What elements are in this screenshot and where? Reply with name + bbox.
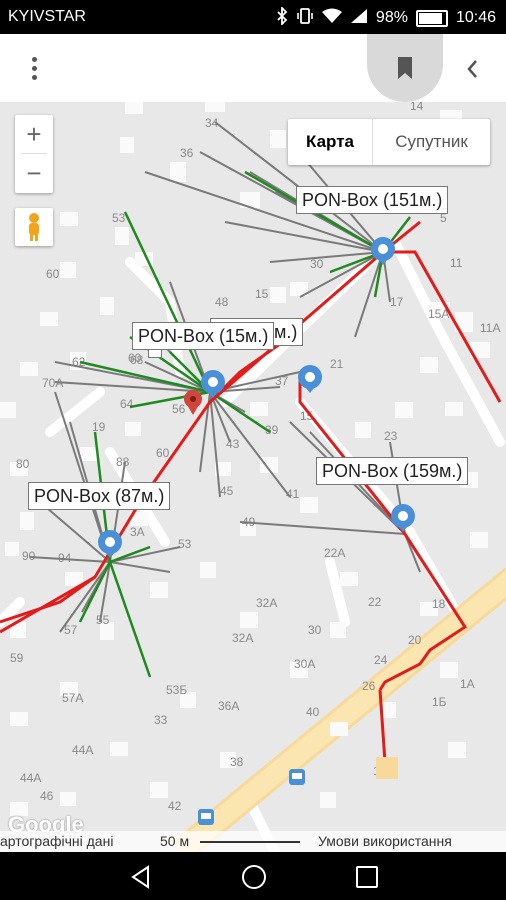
map-data-link[interactable]: артографічні дані [0,833,113,849]
house-number: 53 [178,537,192,551]
house-number: 44А [72,743,93,757]
house-number: 14 [410,102,424,113]
map-type-map-button[interactable]: Карта [288,119,373,165]
status-bar: KYIVSTAR 98% 10:46 [0,0,506,34]
scale-bar [200,841,300,843]
house-number: 53 [112,211,126,225]
house-number: 90 [22,549,36,563]
scale-label: 50 м [160,833,190,849]
house-number: 17 [390,295,404,309]
map-type-control: Карта Супутник [288,119,490,165]
house-number: 46 [40,789,54,803]
house-number: 30 [308,623,322,637]
house-number: 36 [180,146,194,160]
house-number: 57А [62,691,83,705]
house-number: 56 [172,402,186,416]
house-number: 11А [480,321,500,335]
battery-icon [415,9,448,27]
pon-box-label[interactable]: PON-Box (151м.) [296,186,449,214]
house-number: 60 [156,446,170,460]
house-number: 40 [306,705,320,719]
house-number: 88 [116,455,130,469]
house-number: 1А [460,677,475,691]
house-number: 33 [154,713,168,727]
house-number: 21 [330,357,344,371]
map-attribution-bar: артографічні дані 50 м Умови використанн… [0,831,506,852]
house-number: 22 [368,595,382,609]
house-number: 55 [96,613,110,627]
house-number: 11 [450,256,463,270]
house-number: 64 [120,397,134,411]
pon-box-label[interactable]: PON-Box (159м.) [316,457,469,485]
pegman-icon [29,213,39,241]
house-number: 32А [256,596,277,610]
more-vert-icon[interactable] [20,52,48,84]
system-nav-bar [0,852,506,900]
house-number: 20 [408,633,422,647]
map-type-satellite-button[interactable]: Супутник [373,119,490,165]
signal-icon [350,8,368,28]
house-number: 22А [324,546,345,560]
house-number: 32А [232,631,253,645]
house-number: 60 [128,351,142,365]
house-number: 48 [215,295,229,309]
house-number: 18 [432,597,446,611]
house-number: 30А [294,657,315,671]
house-number: 1Б [432,695,447,709]
building-highlight [376,757,398,779]
bookmark-icon [398,57,412,79]
house-number: 24 [374,653,388,667]
carrier-name: KYIVSTAR [8,8,86,25]
vibrate-icon [296,7,314,29]
house-number: 19 [92,420,106,434]
house-number: 59 [10,651,24,665]
house-number: 60 [46,267,60,281]
house-number: 53Б [166,683,187,697]
house-number: 44А [20,771,41,785]
house-number: 15 [255,287,269,301]
zoom-control: + − [15,115,53,193]
status-icons: 98% 10:46 [276,5,496,29]
house-number: 3А [130,525,145,539]
recents-nav-icon[interactable] [354,864,380,890]
app-toolbar [0,34,506,102]
zoom-out-button[interactable]: − [15,154,53,192]
house-number: 23 [384,429,398,443]
zoom-in-button[interactable]: + [15,115,53,153]
house-number: 42 [168,799,182,813]
home-nav-icon[interactable] [240,863,268,891]
pon-box-label[interactable]: PON-Box (87м.) [28,482,171,510]
clock: 10:46 [455,9,496,26]
house-number: 45 [220,484,234,498]
bluetooth-icon [276,5,288,29]
house-number: 26 [362,679,376,693]
chevron-left-icon[interactable] [460,54,486,84]
street-view-button[interactable] [15,208,53,246]
pon-box-label[interactable]: PON-Box (15м.) [132,322,275,350]
wifi-icon [321,8,342,28]
battery-percent: 98% [375,9,408,26]
house-number: 38 [230,755,244,769]
back-nav-icon[interactable] [128,864,154,890]
house-number: 36А [218,699,239,713]
house-number: 80 [16,457,30,471]
terms-link[interactable]: Умови використання [318,833,452,849]
map-view[interactable]: 34 36 14 5 53 60 30 11 15 17 15А 11А 48 … [0,102,506,852]
bookmark-button[interactable] [367,34,443,102]
